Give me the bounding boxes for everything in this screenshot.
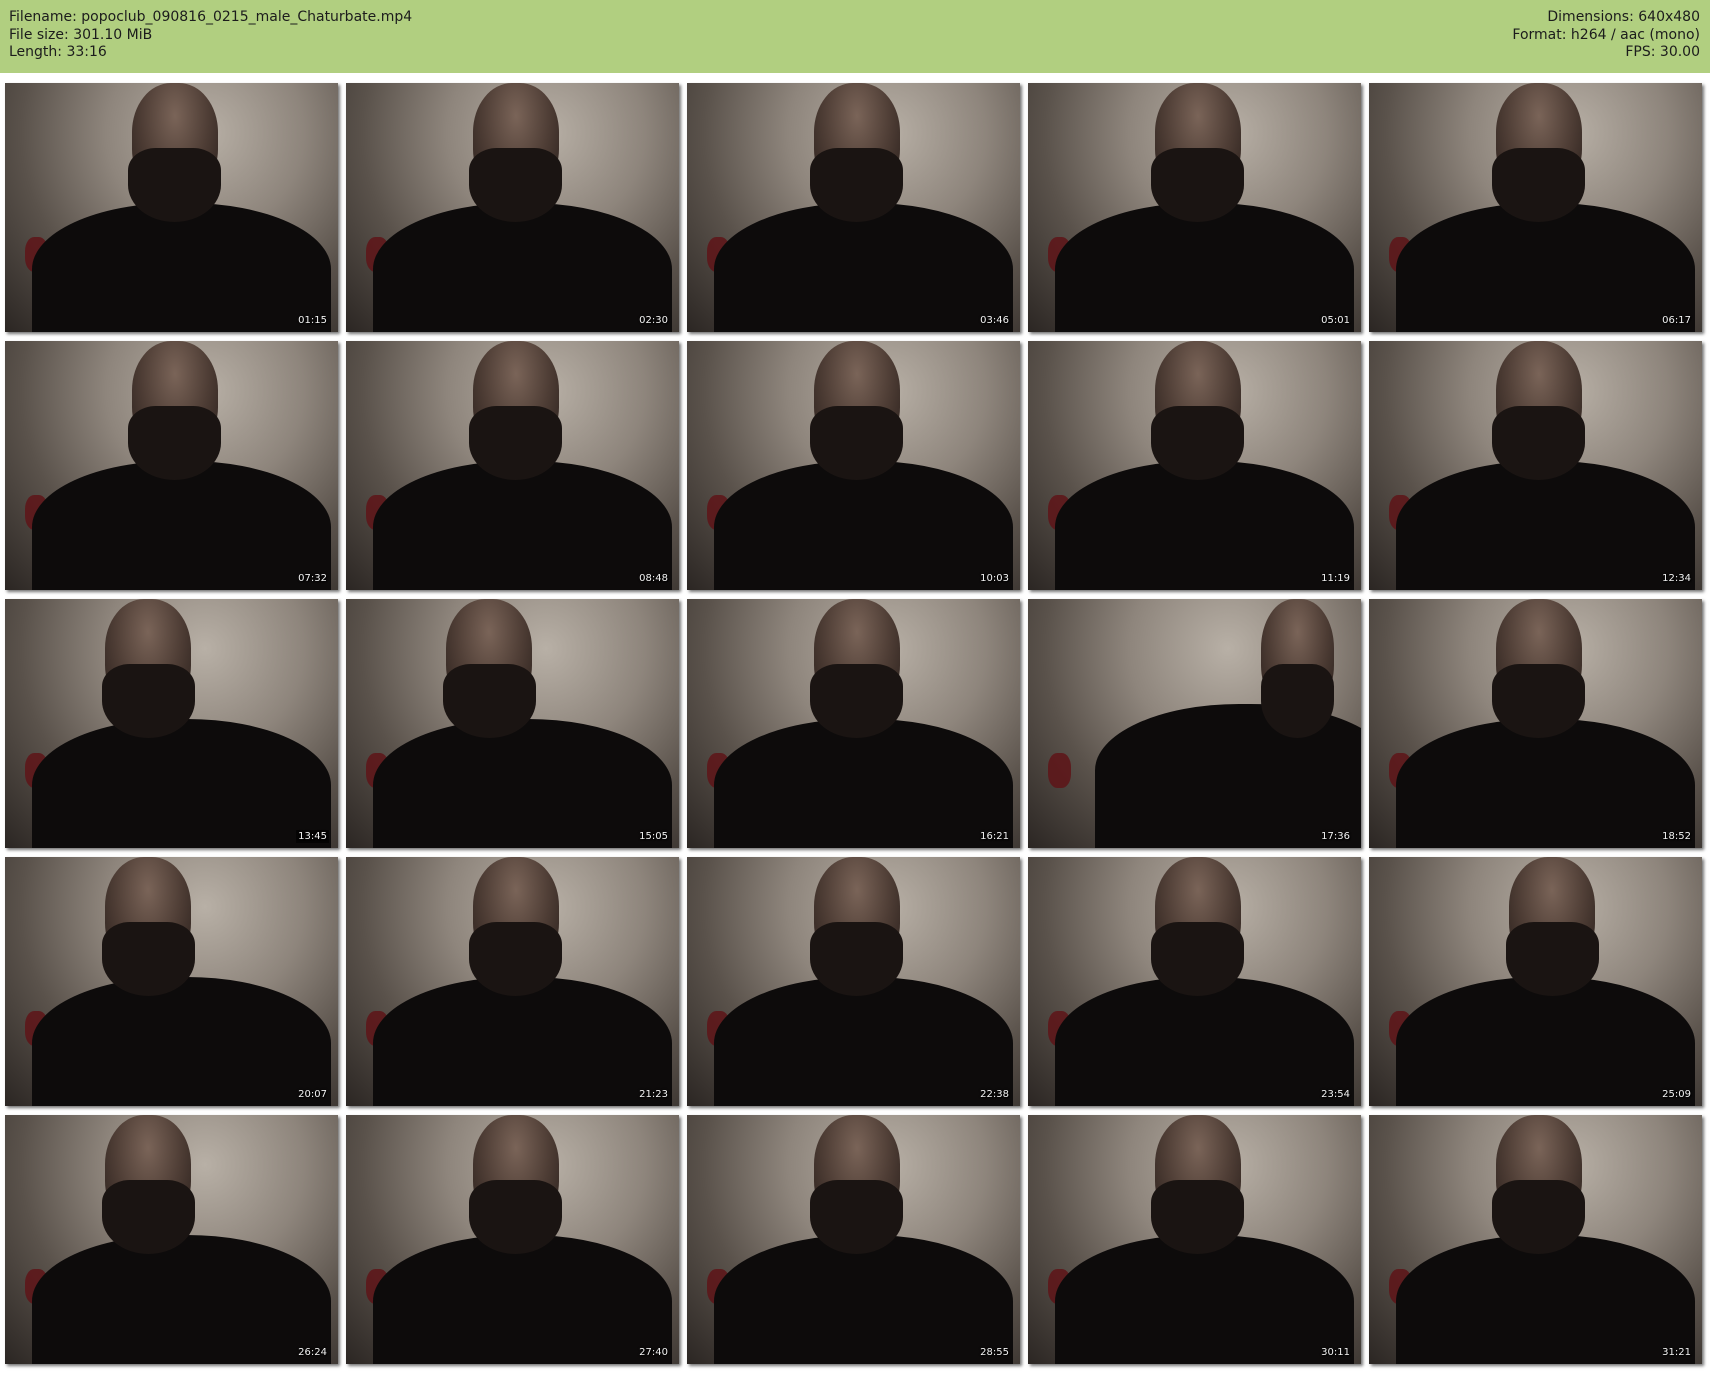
thumbnail-frame-figure bbox=[372, 976, 673, 1106]
file-size-text: File size: 301.10 MiB bbox=[9, 26, 153, 43]
video-thumbnail: 23:54 bbox=[1028, 857, 1361, 1106]
thumbnail-frame-figure bbox=[372, 1234, 673, 1364]
thumbnail-timestamp: 30:11 bbox=[1321, 1347, 1350, 1358]
thumbnail-frame-beard bbox=[442, 663, 536, 739]
fps-text: FPS: 30.00 bbox=[1625, 44, 1700, 60]
thumbnail-frame-figure bbox=[713, 718, 1014, 848]
thumbnail-timestamp: 23:54 bbox=[1321, 1089, 1350, 1100]
thumbnail-timestamp: 31:21 bbox=[1662, 1347, 1691, 1358]
filename-text: Filename: popoclub_090816_0215_male_Chat… bbox=[9, 9, 413, 25]
thumbnail-frame-figure bbox=[1395, 202, 1696, 332]
thumbnail-frame-figure bbox=[372, 718, 673, 848]
video-thumbnail: 07:32 bbox=[5, 341, 338, 590]
thumbnail-frame-figure bbox=[1054, 976, 1355, 1106]
length-text: Length: 33:16 bbox=[9, 44, 107, 60]
thumbnail-timestamp: 07:32 bbox=[298, 573, 327, 584]
thumbnail-frame-figure bbox=[713, 202, 1014, 332]
video-thumbnail: 22:38 bbox=[687, 857, 1020, 1106]
thumbnail-frame-figure bbox=[31, 460, 332, 590]
file-info-left: Filename: popoclub_090816_0215_male_Chat… bbox=[9, 9, 412, 62]
thumbnail-frame-figure bbox=[713, 1234, 1014, 1364]
thumbnail-frame-figure bbox=[1395, 460, 1696, 590]
video-thumbnail: 02:30 bbox=[346, 83, 679, 332]
thumbnail-frame-background bbox=[1047, 753, 1072, 789]
video-thumbnail: 11:19 bbox=[1028, 341, 1361, 590]
video-thumbnail: 26:24 bbox=[5, 1115, 338, 1364]
video-thumbnail: 21:23 bbox=[346, 857, 679, 1106]
video-thumbnail: 12:34 bbox=[1369, 341, 1702, 590]
thumbnail-grid: 01:15 02:30 03:46 05:01 06:17 07:32 08:48 10:03… bbox=[5, 83, 1705, 1367]
video-thumbnail: 27:40 bbox=[346, 1115, 679, 1364]
thumbnail-timestamp: 03:46 bbox=[980, 315, 1009, 326]
video-thumbnail: 05:01 bbox=[1028, 83, 1361, 332]
format-text: Format: h264 / aac (mono) bbox=[1512, 26, 1700, 43]
info-header: Filename: popoclub_090816_0215_male_Chat… bbox=[0, 0, 1710, 73]
thumbnail-timestamp: 06:17 bbox=[1662, 315, 1691, 326]
video-thumbnail: 06:17 bbox=[1369, 83, 1702, 332]
video-thumbnail: 15:05 bbox=[346, 599, 679, 848]
video-thumbnail: 13:45 bbox=[5, 599, 338, 848]
thumbnail-frame-figure bbox=[31, 718, 332, 848]
thumbnail-timestamp: 13:45 bbox=[296, 830, 329, 843]
thumbnail-timestamp: 10:03 bbox=[980, 573, 1009, 584]
thumbnail-timestamp: 20:07 bbox=[298, 1089, 327, 1100]
thumbnail-frame-figure bbox=[1054, 460, 1355, 590]
thumbnail-timestamp: 28:55 bbox=[980, 1347, 1009, 1358]
thumbnail-frame-figure bbox=[1054, 1234, 1355, 1364]
thumbnail-timestamp: 05:01 bbox=[1321, 315, 1350, 326]
thumbnail-timestamp: 08:48 bbox=[639, 573, 668, 584]
thumbnail-timestamp: 25:09 bbox=[1662, 1089, 1691, 1100]
thumbnail-timestamp: 01:15 bbox=[298, 315, 327, 326]
thumbnail-timestamp: 21:23 bbox=[639, 1089, 668, 1100]
thumbnail-timestamp: 12:34 bbox=[1662, 573, 1691, 584]
thumbnail-timestamp: 16:21 bbox=[980, 831, 1009, 842]
thumbnail-frame-figure bbox=[31, 202, 332, 332]
video-thumbnail: 17:36 bbox=[1028, 599, 1361, 848]
thumbnail-frame-figure bbox=[372, 202, 673, 332]
video-thumbnail: 16:21 bbox=[687, 599, 1020, 848]
thumbnail-timestamp: 27:40 bbox=[639, 1347, 668, 1358]
video-thumbnail: 30:11 bbox=[1028, 1115, 1361, 1364]
video-thumbnail: 18:52 bbox=[1369, 599, 1702, 848]
thumbnail-frame-figure bbox=[1395, 718, 1696, 848]
thumbnail-frame-figure bbox=[372, 460, 673, 590]
thumbnail-frame-figure bbox=[1395, 1234, 1696, 1364]
thumbnail-frame-figure bbox=[713, 460, 1014, 590]
video-thumbnail: 25:09 bbox=[1369, 857, 1702, 1106]
thumbnail-timestamp: 26:24 bbox=[298, 1347, 327, 1358]
thumbnail-frame-beard bbox=[1505, 921, 1599, 997]
video-thumbnail: 20:07 bbox=[5, 857, 338, 1106]
video-thumbnail: 31:21 bbox=[1369, 1115, 1702, 1364]
thumbnail-frame-beard bbox=[101, 921, 195, 997]
video-thumbnail: 28:55 bbox=[687, 1115, 1020, 1364]
thumbnail-frame-beard bbox=[101, 663, 195, 739]
thumbnail-frame-figure bbox=[713, 976, 1014, 1106]
thumbnail-timestamp: 17:36 bbox=[1321, 831, 1350, 842]
thumbnail-timestamp: 18:52 bbox=[1662, 831, 1691, 842]
thumbnail-timestamp: 02:30 bbox=[639, 315, 668, 326]
file-info-right: Dimensions: 640x480 Format: h264 / aac (… bbox=[1512, 9, 1700, 62]
video-thumbnail: 10:03 bbox=[687, 341, 1020, 590]
dimensions-text: Dimensions: 640x480 bbox=[1547, 9, 1700, 25]
thumbnail-frame-figure bbox=[1054, 202, 1355, 332]
thumbnail-frame-beard bbox=[101, 1179, 195, 1255]
thumbnail-frame-figure bbox=[31, 1234, 332, 1364]
video-thumbnail: 03:46 bbox=[687, 83, 1020, 332]
video-thumbnail: 08:48 bbox=[346, 341, 679, 590]
video-thumbnail: 01:15 bbox=[5, 83, 338, 332]
thumbnail-frame-figure bbox=[31, 976, 332, 1106]
thumbnail-timestamp: 22:38 bbox=[980, 1089, 1009, 1100]
thumbnail-timestamp: 15:05 bbox=[639, 831, 668, 842]
thumbnail-timestamp: 11:19 bbox=[1321, 573, 1350, 584]
thumbnail-frame-figure bbox=[1395, 976, 1696, 1106]
